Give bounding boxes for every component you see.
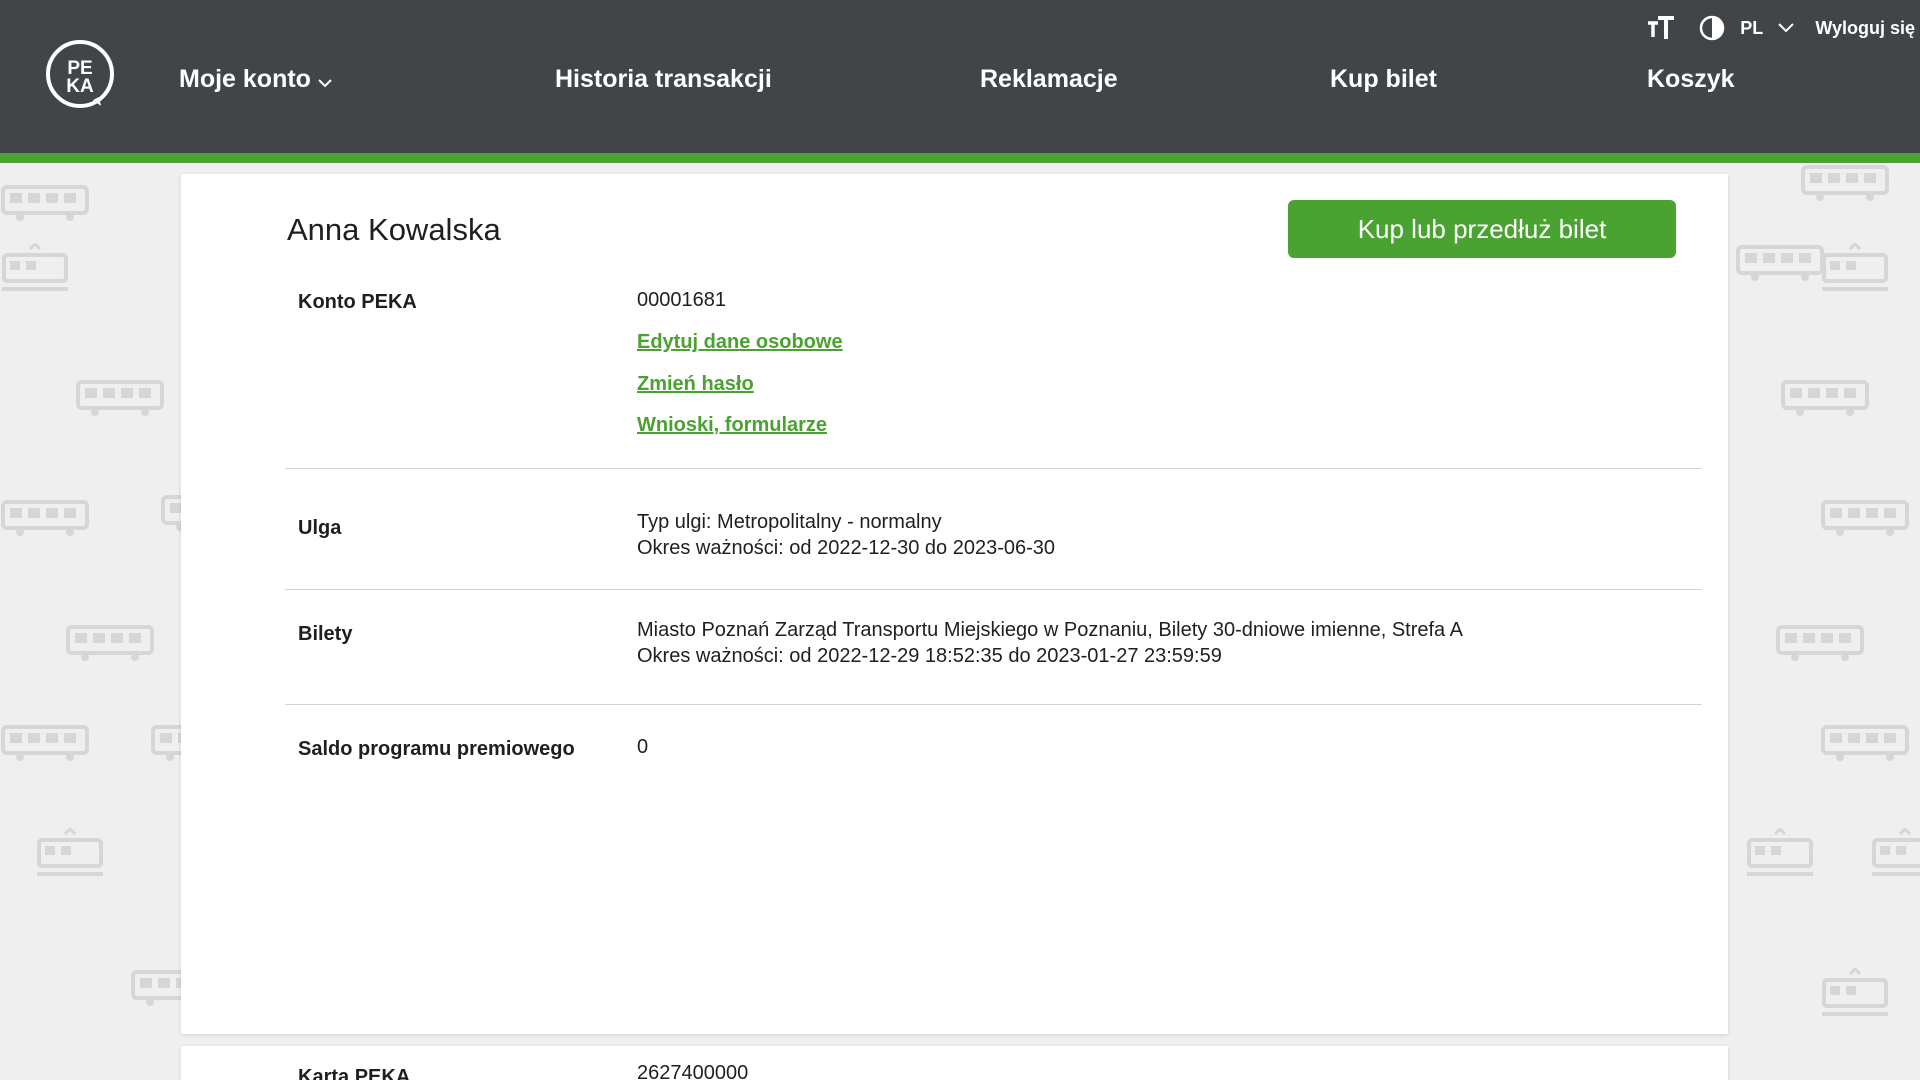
peka-account-number: 00001681 <box>637 289 726 311</box>
discount-validity: Okres ważności: od 2022-12-30 do 2023-06… <box>637 537 1056 559</box>
vehicle-pattern-icon <box>0 498 90 543</box>
vehicle-pattern-icon <box>1735 243 1825 288</box>
peka-card-number: 2627400000 <box>637 1062 749 1080</box>
vehicle-pattern-icon <box>0 241 70 298</box>
vehicle-pattern-icon <box>0 723 90 768</box>
font-size-icon[interactable] <box>1646 15 1676 41</box>
vehicle-pattern-icon <box>1800 163 1890 208</box>
vehicle-pattern-icon <box>1870 826 1920 883</box>
divider <box>285 468 1702 469</box>
header-accent-stripe <box>0 153 1920 163</box>
change-password-link[interactable]: Zmień hasło <box>637 373 754 396</box>
top-navigation-bar: PE KA Moje konto Historia transakcji Rek… <box>0 0 1920 153</box>
ticket-validity: Okres ważności: od 2022-12-29 18:52:35 d… <box>637 645 1222 667</box>
chevron-down-icon <box>317 65 333 95</box>
buy-or-extend-ticket-button[interactable]: Kup lub przedłuż bilet <box>1288 200 1676 258</box>
vehicle-pattern-icon <box>1820 498 1910 543</box>
nav-my-account[interactable]: Moje konto <box>179 64 333 95</box>
divider <box>285 704 1702 705</box>
peka-card-panel <box>181 1046 1728 1080</box>
vehicle-pattern-icon <box>1820 241 1890 298</box>
bonus-balance-label: Saldo programu premiowego <box>298 738 575 760</box>
peka-account-label: Konto PEKA <box>298 291 417 313</box>
discount-label: Ulga <box>298 517 342 539</box>
discount-type: Typ ulgi: Metropolitalny - normalny <box>637 511 942 533</box>
divider <box>285 589 1702 590</box>
contrast-icon[interactable] <box>1698 14 1726 42</box>
chevron-down-icon[interactable] <box>1777 22 1795 34</box>
ticket-description: Miasto Poznań Zarząd Transportu Miejskie… <box>637 619 1463 641</box>
vehicle-pattern-icon <box>1780 378 1870 423</box>
logo-text-bottom: KA <box>66 76 94 97</box>
vehicle-pattern-icon <box>65 623 155 668</box>
vehicle-pattern-icon <box>0 183 90 228</box>
bonus-balance-value: 0 <box>637 736 649 758</box>
vehicle-pattern-icon <box>1820 966 1890 1023</box>
account-holder-name: Anna Kowalska <box>287 212 501 247</box>
logout-link[interactable]: Wyloguj się <box>1815 18 1915 39</box>
vehicle-pattern-icon <box>1775 623 1865 668</box>
nav-buy-ticket[interactable]: Kup bilet <box>1330 64 1437 94</box>
edit-personal-data-link[interactable]: Edytuj dane osobowe <box>637 331 843 354</box>
language-selector[interactable]: PL <box>1740 18 1763 39</box>
nav-complaints[interactable]: Reklamacje <box>980 64 1118 94</box>
vehicle-pattern-icon <box>1745 826 1815 883</box>
applications-forms-link[interactable]: Wnioski, formularze <box>637 414 827 437</box>
tickets-label: Bilety <box>298 623 353 645</box>
peka-card-label: Karta PEKA <box>298 1066 411 1080</box>
utility-bar: PL Wyloguj się <box>1646 12 1915 44</box>
vehicle-pattern-icon <box>1820 723 1910 768</box>
vehicle-pattern-icon <box>35 826 105 883</box>
nav-transaction-history[interactable]: Historia transakcji <box>555 64 772 94</box>
nav-my-account-label: Moje konto <box>179 65 311 93</box>
nav-cart[interactable]: Koszyk <box>1647 64 1735 94</box>
peka-logo[interactable]: PE KA <box>45 40 115 110</box>
vehicle-pattern-icon <box>75 378 165 423</box>
